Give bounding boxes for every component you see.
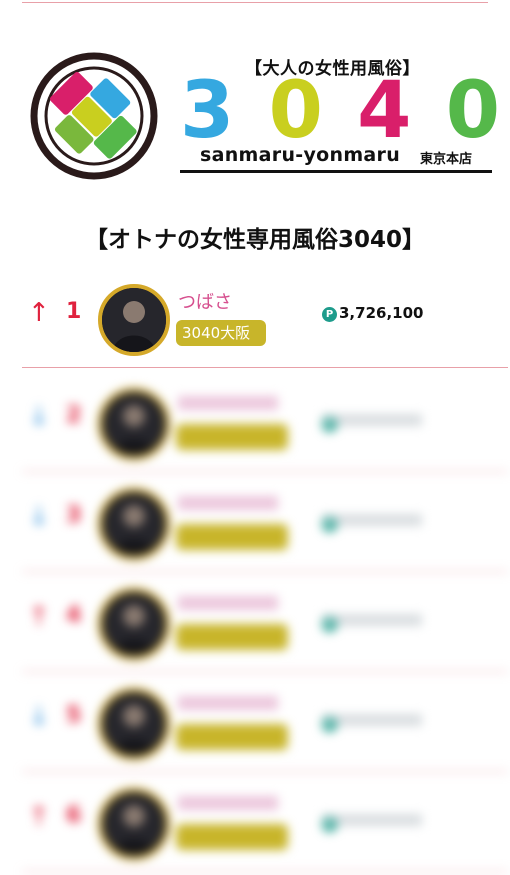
logo-underline [180,170,492,173]
cast-name[interactable] [178,396,278,410]
cast-name[interactable] [178,496,278,510]
trend-down-arrow-icon: ↓ [28,702,50,732]
avatar[interactable] [98,284,170,356]
ranking-row[interactable]: ↑ 1 つばさ 3040大阪 P 3,726,100 [22,268,508,368]
points-value: P [322,414,422,432]
points-value: P 3,726,100 [322,304,423,322]
person-photo-icon [102,392,166,456]
logo-digit: 0 [445,66,500,156]
point-icon: P [322,717,337,732]
cast-name[interactable] [178,796,278,810]
points-value: P [322,614,422,632]
logo-digit: 3 [180,66,235,156]
avatar[interactable] [98,688,170,760]
ranking-row[interactable]: ↑ 4 P [22,572,508,672]
shop-badge [176,824,288,850]
ranking-row[interactable]: ↑ 6 P [22,772,508,872]
avatar[interactable] [98,588,170,660]
cast-name[interactable] [178,596,278,610]
shop-badge [176,524,288,550]
rank-number: 5 [66,703,82,728]
shop-badge [176,624,288,650]
points-value: P [322,714,422,732]
rank-number: 1 [66,299,82,324]
ranking-row[interactable]: ↓ 5 P [22,672,508,772]
person-photo-icon [102,692,166,756]
row-divider [22,871,508,872]
logo-digit: 0 [268,66,323,156]
ranking-row[interactable]: ↓ 2 P [22,372,508,472]
person-photo-icon [102,288,166,352]
logo-digits: 3 0 4 0 [180,66,500,156]
logo-romaji: sanmaru-yonmaru [200,144,401,166]
person-photo-icon [102,492,166,556]
avatar[interactable] [98,788,170,860]
avatar[interactable] [98,388,170,460]
trend-up-arrow-icon: ↑ [28,602,50,632]
trend-down-arrow-icon: ↓ [28,502,50,532]
points-value: P [322,814,422,832]
rank-number: 2 [66,403,82,428]
person-photo-icon [102,592,166,656]
person-photo-icon [102,792,166,856]
logo-emblem-icon [30,52,158,180]
trend-up-arrow-icon: ↑ [28,802,50,832]
row-divider [22,367,508,368]
shop-logo[interactable]: 【大人の女性用風俗】 3 0 4 0 sanmaru-yonmaru 東京本店 [30,52,500,182]
point-icon: P [322,617,337,632]
ranking-row[interactable]: ↓ 3 P [22,472,508,572]
cast-name[interactable] [178,696,278,710]
point-icon: P [322,517,337,532]
shop-badge [176,724,288,750]
logo-branch: 東京本店 [420,152,473,167]
point-icon: P [322,307,337,322]
rank-number: 4 [66,603,82,628]
point-icon: P [322,417,337,432]
logo-digit: 4 [357,66,412,156]
trend-up-arrow-icon: ↑ [28,298,50,328]
top-divider [22,2,488,3]
points-value: P [322,514,422,532]
shop-badge [176,424,288,450]
point-icon: P [322,817,337,832]
trend-down-arrow-icon: ↓ [28,402,50,432]
shop-badge: 3040大阪 [176,320,266,346]
rank-number: 6 [66,803,82,828]
rank-number: 3 [66,503,82,528]
points-amount: 3,726,100 [339,304,424,322]
page-title: 【オトナの女性専用風俗3040】 [84,227,425,253]
cast-name[interactable]: つばさ [178,288,232,314]
avatar[interactable] [98,488,170,560]
